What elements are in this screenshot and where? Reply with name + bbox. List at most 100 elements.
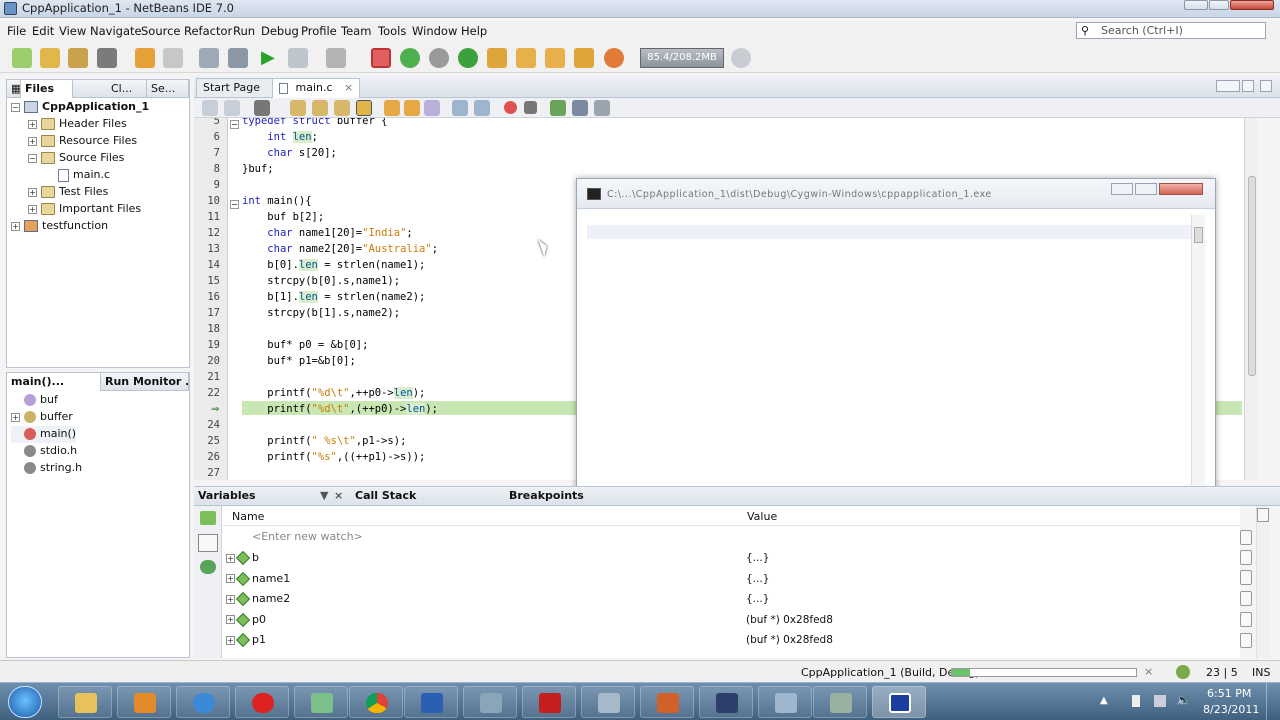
- menu-edit[interactable]: Edit: [32, 24, 54, 38]
- code-line[interactable]: int len;: [242, 131, 318, 143]
- taskbar-media-player[interactable]: [117, 686, 171, 718]
- taskbar-app[interactable]: [581, 686, 635, 718]
- run-icon[interactable]: ▶: [261, 48, 281, 68]
- editor-scrollbar[interactable]: [1244, 118, 1258, 480]
- collapse-fold-icon[interactable]: −: [230, 200, 239, 209]
- step-over-icon[interactable]: [487, 48, 507, 68]
- expand-icon[interactable]: +: [226, 574, 235, 584]
- tab-breakpoints[interactable]: Breakpoints: [509, 489, 609, 502]
- console-window[interactable]: C:\...\CppApplication_1\dist\Debug\Cygwi…: [576, 178, 1216, 506]
- tab-call-stack[interactable]: Call Stack: [355, 489, 495, 502]
- save-all-icon[interactable]: [97, 48, 117, 68]
- clock-date[interactable]: 8/23/2011: [1203, 703, 1259, 716]
- variable-value[interactable]: {...}: [746, 589, 769, 609]
- variable-row[interactable]: + p1 (buf *) 0x28fed8: [226, 630, 1246, 650]
- panel-menu-icon[interactable]: ▦: [7, 80, 21, 98]
- tree-item-important-files[interactable]: + Important Files: [28, 201, 141, 218]
- console-titlebar[interactable]: C:\...\CppApplication_1\dist\Debug\Cygwi…: [577, 179, 1215, 209]
- code-line[interactable]: buf b[2];: [242, 211, 324, 223]
- expand-icon[interactable]: +: [11, 221, 20, 231]
- restart-icon[interactable]: [400, 48, 420, 68]
- tab-scroll-buttons[interactable]: [1216, 80, 1240, 92]
- stop-macro-icon[interactable]: [524, 101, 537, 114]
- tab-navigator[interactable]: main()...: [7, 373, 101, 391]
- variable-row[interactable]: + name2 {...}: [226, 589, 1246, 609]
- tree-item-cppapplication-1[interactable]: − CppApplication_1: [11, 99, 149, 116]
- expand-icon[interactable]: +: [226, 553, 235, 563]
- taskbar-console[interactable]: [872, 686, 926, 718]
- tree-item-testfunction[interactable]: + testfunction: [11, 218, 108, 235]
- code-line[interactable]: char name1[20]="India";: [242, 227, 412, 239]
- taskbar-opera[interactable]: [235, 686, 289, 718]
- undo-icon[interactable]: [135, 48, 155, 68]
- console-maximize-button[interactable]: [1135, 183, 1157, 195]
- step-out-icon[interactable]: [545, 48, 565, 68]
- clock-time[interactable]: 6:51 PM: [1207, 687, 1251, 700]
- battery-icon[interactable]: [1132, 695, 1140, 707]
- tab-run-monitor[interactable]: Run Monitor ...: [101, 373, 189, 391]
- format-icon[interactable]: [594, 100, 610, 116]
- console-minimize-button[interactable]: [1111, 183, 1133, 195]
- forward-icon[interactable]: [224, 100, 240, 116]
- code-line[interactable]: printf(" %s\t",p1->s);: [242, 435, 406, 447]
- back-icon[interactable]: [202, 100, 218, 116]
- menu-run[interactable]: Run: [233, 24, 255, 38]
- expand-icon[interactable]: +: [28, 136, 37, 146]
- notifications-icon[interactable]: [1176, 665, 1190, 679]
- variable-row[interactable]: + name1 {...}: [226, 569, 1246, 589]
- taskbar-texmaker[interactable]: [463, 686, 517, 718]
- network-icon[interactable]: [1154, 695, 1166, 707]
- uncomment-icon[interactable]: [572, 100, 588, 116]
- show-desktop-button[interactable]: [1266, 683, 1280, 720]
- menu-file[interactable]: File: [7, 24, 26, 38]
- profile-icon[interactable]: [326, 48, 346, 68]
- taskbar-netbeans[interactable]: [294, 686, 348, 718]
- value-edit-button[interactable]: [1240, 612, 1252, 627]
- navigator-item-buffer[interactable]: + buffer: [11, 409, 73, 426]
- close-tab-icon[interactable]: ×: [344, 81, 353, 94]
- taskbar-word[interactable]: [404, 686, 458, 718]
- tray-expand-icon[interactable]: ▲: [1100, 695, 1108, 706]
- code-line[interactable]: b[1].len = strlen(name2);: [242, 291, 425, 303]
- columns-chooser-icon[interactable]: [1257, 508, 1269, 522]
- value-edit-button[interactable]: [1240, 633, 1252, 648]
- memory-usage-indicator[interactable]: 85.4/208.2MB: [640, 48, 724, 68]
- expand-icon[interactable]: +: [226, 635, 235, 645]
- tab-files[interactable]: Files: [21, 80, 73, 98]
- expand-icon[interactable]: +: [226, 594, 235, 604]
- navigator-item-buf[interactable]: buf: [11, 392, 58, 409]
- prev-bookmark-icon[interactable]: [384, 100, 400, 116]
- console-close-button[interactable]: [1159, 183, 1203, 195]
- redo-icon[interactable]: [163, 48, 183, 68]
- new-file-icon[interactable]: [12, 48, 32, 68]
- taskbar-acrobat[interactable]: [522, 686, 576, 718]
- continue-icon[interactable]: [458, 48, 478, 68]
- column-name-header[interactable]: Name: [232, 510, 264, 523]
- tab-services[interactable]: Se...: [147, 80, 189, 98]
- taskbar-internet-explorer[interactable]: [176, 686, 230, 718]
- menu-debug[interactable]: Debug: [261, 24, 299, 38]
- taskbar-explorer[interactable]: [58, 686, 112, 718]
- pause-icon[interactable]: [429, 48, 449, 68]
- toggle-bookmark-icon[interactable]: [424, 100, 440, 116]
- debug-icon[interactable]: [288, 48, 308, 68]
- code-line[interactable]: printf("%d\t",++p0->len);: [242, 387, 425, 399]
- code-line[interactable]: strcpy(b[0].s,name1);: [242, 275, 400, 287]
- code-line[interactable]: buf* p1=&b[0];: [242, 355, 356, 367]
- next-bookmark-icon[interactable]: [404, 100, 420, 116]
- clean-build-icon[interactable]: [228, 48, 248, 68]
- navigator-item-string-h[interactable]: string.h: [11, 460, 82, 477]
- new-project-icon[interactable]: [40, 48, 60, 68]
- volume-icon[interactable]: 🔈: [1176, 693, 1191, 707]
- panel-menu-icon[interactable]: ▼: [320, 489, 328, 502]
- variable-value[interactable]: {...}: [746, 548, 769, 568]
- expand-icon[interactable]: +: [28, 119, 37, 129]
- code-line[interactable]: char s[20];: [242, 147, 337, 159]
- tree-item-test-files[interactable]: + Test Files: [28, 184, 108, 201]
- code-line[interactable]: typedef struct buffer {: [242, 118, 387, 127]
- menu-help[interactable]: Help: [461, 24, 487, 38]
- new-watch-row[interactable]: <Enter new watch>: [252, 527, 363, 547]
- collapse-icon[interactable]: −: [11, 102, 20, 112]
- tab-variables[interactable]: Variables ▼ ×: [198, 489, 348, 502]
- navigator-item-stdio-h[interactable]: stdio.h: [11, 443, 77, 460]
